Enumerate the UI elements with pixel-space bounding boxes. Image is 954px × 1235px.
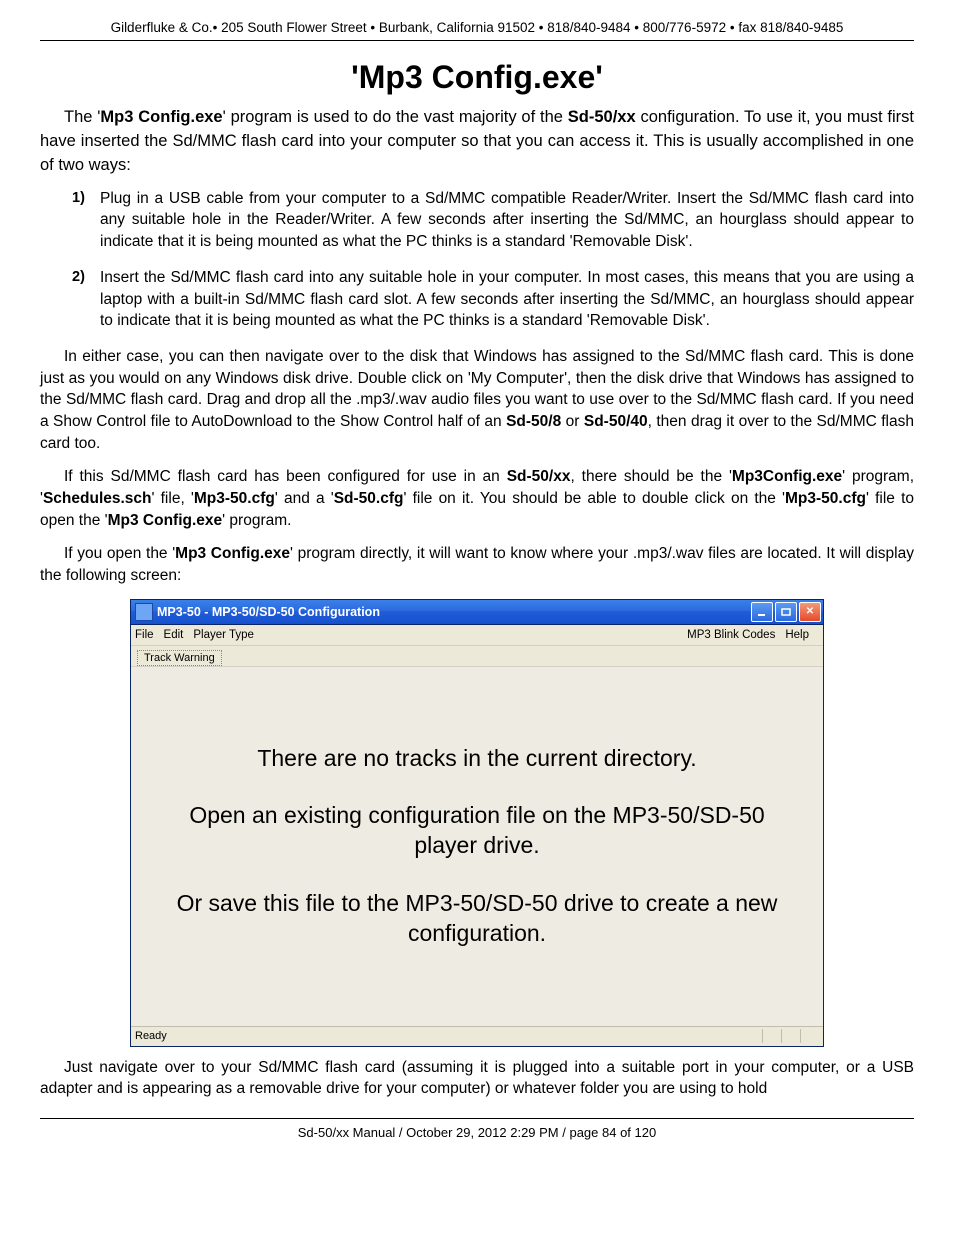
step-text: Plug in a USB cable from your computer t… <box>100 190 914 250</box>
tab-track-warning[interactable]: Track Warning <box>137 650 222 666</box>
body-paragraph: If this Sd/MMC flash card has been confi… <box>40 466 914 531</box>
menu-file[interactable]: File <box>135 629 154 641</box>
warning-message-3: Or save this file to the MP3-50/SD-50 dr… <box>161 889 793 949</box>
text-bold: Sd-50/8 <box>506 413 561 430</box>
text-bold: Sd-50/xx <box>568 108 636 126</box>
status-slot <box>762 1029 781 1043</box>
document-page: Gilderfluke & Co.• 205 South Flower Stre… <box>0 0 954 1170</box>
menubar: File Edit Player Type MP3 Blink Codes He… <box>131 625 823 646</box>
text-bold: Sd-50.cfg <box>334 490 404 507</box>
text: , there should be the ' <box>570 468 731 485</box>
tabbar: Track Warning <box>131 646 823 666</box>
intro-paragraph: The 'Mp3 Config.exe' program is used to … <box>40 106 914 178</box>
text-bold: Schedules.sch <box>43 490 152 507</box>
text: ' and a ' <box>275 490 334 507</box>
status-slot <box>800 1029 819 1043</box>
maximize-button[interactable] <box>775 602 797 622</box>
body-paragraph: If you open the 'Mp3 Config.exe' program… <box>40 543 914 586</box>
text: ' program is used to do the vast majorit… <box>223 108 568 126</box>
text-bold: Mp3 Config.exe <box>175 545 290 562</box>
body-paragraph: In either case, you can then navigate ov… <box>40 346 914 454</box>
page-footer: Sd-50/xx Manual / October 29, 2012 2:29 … <box>40 1118 914 1140</box>
steps-list: 1) Plug in a USB cable from your compute… <box>40 188 914 332</box>
status-slot <box>781 1029 800 1043</box>
list-item: 1) Plug in a USB cable from your compute… <box>100 188 914 253</box>
status-text: Ready <box>135 1030 762 1042</box>
text-bold: Mp3-50.cfg <box>785 490 866 507</box>
text: ' file on it. You should be able to doub… <box>403 490 785 507</box>
statusbar: Ready <box>131 1026 823 1046</box>
list-item: 2) Insert the Sd/MMC flash card into any… <box>100 267 914 332</box>
app-window: MP3-50 - MP3-50/SD-50 Configuration ✕ Fi… <box>130 599 824 1047</box>
menu-help[interactable]: Help <box>785 629 809 641</box>
client-area: There are no tracks in the current direc… <box>131 666 823 1026</box>
menu-blink-codes[interactable]: MP3 Blink Codes <box>687 629 775 641</box>
text-bold: Sd-50/40 <box>584 413 648 430</box>
text-bold: Mp3-50.cfg <box>194 490 275 507</box>
menu-player-type[interactable]: Player Type <box>193 629 254 641</box>
text: If this Sd/MMC flash card has been confi… <box>64 468 507 485</box>
text-bold: Mp3 Config.exe <box>108 512 223 529</box>
text-bold: Mp3Config.exe <box>732 468 842 485</box>
text: The ' <box>64 108 100 126</box>
text: or <box>561 413 584 430</box>
step-text: Insert the Sd/MMC flash card into any su… <box>100 269 914 329</box>
titlebar[interactable]: MP3-50 - MP3-50/SD-50 Configuration ✕ <box>131 600 823 625</box>
text: ' program. <box>222 512 291 529</box>
close-button[interactable]: ✕ <box>799 602 821 622</box>
menu-edit[interactable]: Edit <box>164 629 184 641</box>
warning-message-2: Open an existing configuration file on t… <box>161 801 793 861</box>
app-icon <box>135 603 153 621</box>
window-title: MP3-50 - MP3-50/SD-50 Configuration <box>157 605 751 619</box>
text-bold: Sd-50/xx <box>507 468 571 485</box>
minimize-button[interactable] <box>751 602 773 622</box>
page-title: 'Mp3 Config.exe' <box>40 59 914 96</box>
warning-message-1: There are no tracks in the current direc… <box>257 744 696 774</box>
text: If you open the ' <box>64 545 175 562</box>
text: ' file, ' <box>152 490 194 507</box>
text-bold: Mp3 Config.exe <box>100 108 222 126</box>
step-number: 1) <box>72 188 85 208</box>
page-header: Gilderfluke & Co.• 205 South Flower Stre… <box>40 20 914 41</box>
step-number: 2) <box>72 267 85 287</box>
body-paragraph: Just navigate over to your Sd/MMC flash … <box>40 1057 914 1100</box>
window-buttons: ✕ <box>751 602 821 622</box>
embedded-screenshot: MP3-50 - MP3-50/SD-50 Configuration ✕ Fi… <box>40 599 914 1047</box>
